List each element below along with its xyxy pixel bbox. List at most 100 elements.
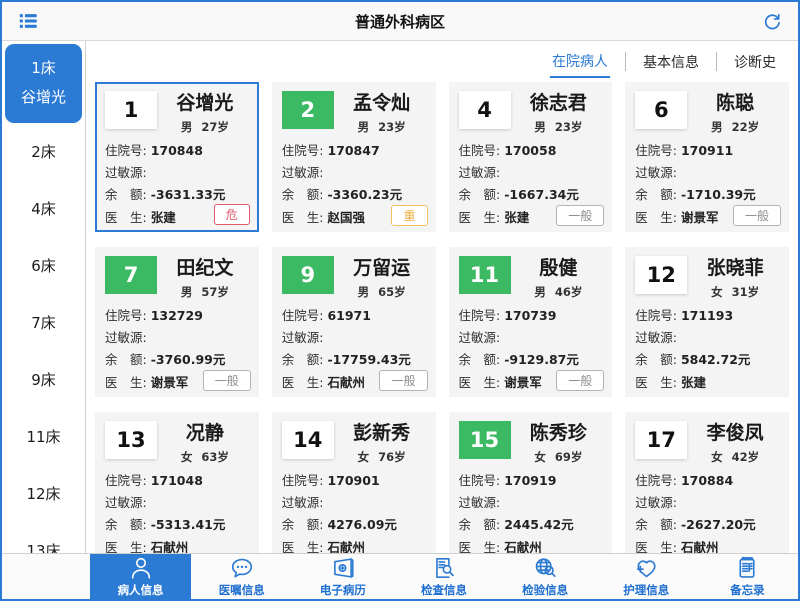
patient-card[interactable]: 13 况静 女63岁 住院号:171048 过敏源: 余 额:-5313.41元 [95,412,259,553]
balance-label: 余 额: [635,517,677,532]
bed-number-box: 1 [105,91,157,129]
balance-label: 余 额: [459,517,501,532]
sidebar-bed-selected[interactable]: 1床 谷增光 [5,44,82,123]
patient-card[interactable]: 4 徐志君 男23岁 住院号:170058 过敏源: 余 额:-1667.34元 [449,82,613,232]
card-header: 15 陈秀珍 女69岁 [459,421,603,465]
status-badge: 危 [214,204,250,225]
patient-card[interactable]: 9 万留运 男65岁 住院号:61971 过敏源: 余 额:-17759.43元 [272,247,436,397]
bed-number-box: 14 [282,421,334,459]
patient-card[interactable]: 2 孟令灿 男23岁 住院号:170847 过敏源: 余 额:-3360.23元 [272,82,436,232]
patient-age: 23岁 [378,120,406,134]
toolbar-item[interactable]: 病人信息 [90,554,191,599]
doctor-label: 医 生: [282,375,324,390]
allergy-label: 过敏源: [105,330,147,345]
admission-no-label: 住院号: [282,473,324,488]
allergy-label: 过敏源: [105,495,147,510]
bottom-toolbar: 病人信息 医嘱信息 电子病历 检查信息 检验信息 [2,553,798,599]
allergy-label: 过敏源: [459,165,501,180]
sidebar-bed-item[interactable]: 7床 [2,294,85,351]
toolbar-item[interactable]: 备忘录 [697,554,798,599]
admission-no-value: 170058 [504,143,556,158]
patient-name: 况静 [161,422,249,445]
tab-basic-info[interactable]: 基本信息 [641,46,701,77]
patient-gender-age: 男57岁 [161,284,249,300]
patient-age: 76岁 [378,450,406,464]
person-icon [128,555,154,581]
patient-gender-age: 男46岁 [515,284,603,300]
patient-gender: 男 [711,120,723,134]
patient-gender-age: 男 23岁 [338,119,426,135]
patient-card[interactable]: 14 彭新秀 女76岁 住院号:170901 过敏源: 余 额:4276.09元 [272,412,436,553]
patient-gender-age: 女63岁 [161,449,249,465]
sidebar-bed-item[interactable]: 11床 [2,408,85,465]
toolbar-item[interactable]: 电子病历 [292,554,393,599]
toolbar-item[interactable]: 检验信息 [495,554,596,599]
patient-age: 31岁 [732,285,760,299]
patient-card[interactable]: 6 陈聪 男22岁 住院号:170911 过敏源: 余 额:-1710.39元 … [625,82,789,232]
admission-no-value: 171048 [151,473,203,488]
sidebar-bed-item[interactable]: 13床 [2,522,85,553]
allergy-label: 过敏源: [282,495,324,510]
balance-value: -1710.39元 [681,187,756,202]
content-area: 在院病人 基本信息 诊断史 1 谷增光 男27岁 [86,41,798,553]
admission-no-value: 171193 [681,308,733,323]
patient-gender: 男 [358,120,370,134]
balance-value: -3760.99元 [151,352,226,367]
status-badge: 重 [391,205,427,226]
patient-card[interactable]: 7 田纪文 男57岁 住院号:132729 过敏源: 余 额:-3760.99元 [95,247,259,397]
balance-label: 余 额: [282,187,324,202]
patient-name: 田纪文 [161,257,249,280]
doctor-label: 医 生: [459,540,501,553]
refresh-icon[interactable] [759,8,785,34]
exam-document-icon [431,555,457,581]
doctor-label: 医 生: [635,540,677,553]
sidebar-bed-item[interactable]: 12床 [2,465,85,522]
patient-name: 徐志君 [515,92,603,115]
admission-no-label: 住院号: [635,473,677,488]
admission-no-value: 170901 [327,473,379,488]
sidebar-bed-item[interactable]: 4床 [2,180,85,237]
balance-value: -3360.23元 [327,187,402,202]
patient-card[interactable]: 11 殷健 男46岁 住院号:170739 过敏源: 余 额:-9129.87元 [449,247,613,397]
status-badge: 一般 [203,370,251,391]
admission-no-value: 170911 [681,143,733,158]
patient-name: 张晓菲 [691,257,779,280]
patient-card[interactable]: 1 谷增光 男27岁 住院号:170848 过敏源: 余 额:-3631.33元 [95,82,259,232]
toolbar-item[interactable]: 护理信息 [596,554,697,599]
status-badge: 一般 [556,370,604,391]
patient-age: 22岁 [732,120,760,134]
balance-label: 余 额: [282,517,324,532]
admission-no-label: 住院号: [282,143,324,158]
patient-gender-age: 男65岁 [338,284,426,300]
sidebar-bed-item[interactable]: 6床 [2,237,85,294]
menu-list-icon[interactable] [15,8,41,34]
balance-value: -9129.87元 [504,352,579,367]
bed-number-box: 12 [635,256,687,294]
doctor-value: 张建 [504,210,529,225]
toolbar-item[interactable]: 检查信息 [393,554,494,599]
tab-diagnosis-history[interactable]: 诊断史 [732,46,778,77]
sidebar-bed-item[interactable]: 2床 [2,123,85,180]
allergy-label: 过敏源: [282,165,324,180]
bed-number-box: 7 [105,256,157,294]
sidebar-bed-item[interactable]: 9床 [2,351,85,408]
patient-card[interactable]: 17 李俊凤 女42岁 住院号:170884 过敏源: 余 额:-2627.20… [625,412,789,553]
admission-no-value: 170919 [504,473,556,488]
balance-value: 2445.42元 [504,517,573,532]
patient-card[interactable]: 15 陈秀珍 女69岁 住院号:170919 过敏源: 余 额:2445.42元 [449,412,613,553]
admission-no-label: 住院号: [459,143,501,158]
top-bar: 普通外科病区 [2,2,798,41]
card-header: 11 殷健 男46岁 [459,256,603,300]
doctor-value: 石献州 [327,540,365,553]
card-header: 17 李俊凤 女42岁 [635,421,779,465]
tab-inpatients[interactable]: 在院病人 [550,45,610,78]
doctor-label: 医 生: [282,540,324,553]
balance-value: -3631.33元 [151,187,226,202]
patient-card[interactable]: 12 张晓菲 女31岁 住院号:171193 过敏源: 余 额:5842.72元 [625,247,789,397]
admission-no-value: 132729 [151,308,203,323]
toolbar-item[interactable]: 医嘱信息 [191,554,292,599]
toolbar-item-label: 电子病历 [320,582,366,598]
balance-label: 余 额: [635,187,677,202]
balance-label: 余 额: [282,352,324,367]
admission-no-value: 170884 [681,473,733,488]
